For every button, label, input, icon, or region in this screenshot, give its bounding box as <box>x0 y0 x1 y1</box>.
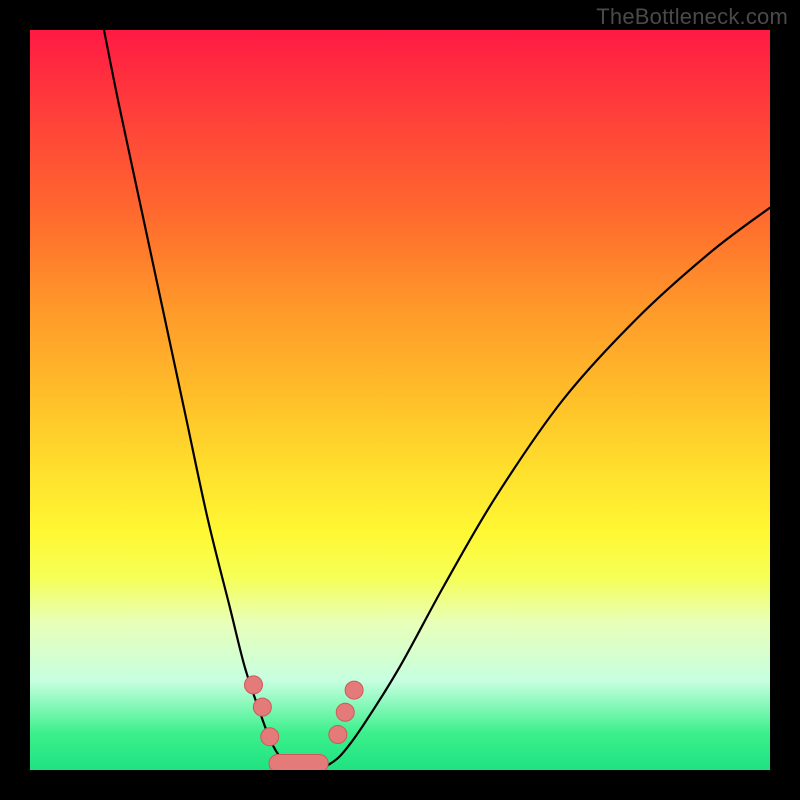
curve-right <box>326 208 770 767</box>
marker-group <box>244 676 363 746</box>
marker-dot <box>244 676 262 694</box>
marker-dot <box>329 725 347 743</box>
watermark-text: TheBottleneck.com <box>596 4 788 30</box>
chart-frame: TheBottleneck.com <box>0 0 800 800</box>
plot-area <box>30 30 770 770</box>
bottom-bar-marker <box>269 754 328 770</box>
marker-dot <box>261 728 279 746</box>
marker-dot <box>345 681 363 699</box>
curve-left <box>104 30 293 766</box>
marker-dot <box>336 703 354 721</box>
curve-layer <box>30 30 770 770</box>
marker-dot <box>253 698 271 716</box>
